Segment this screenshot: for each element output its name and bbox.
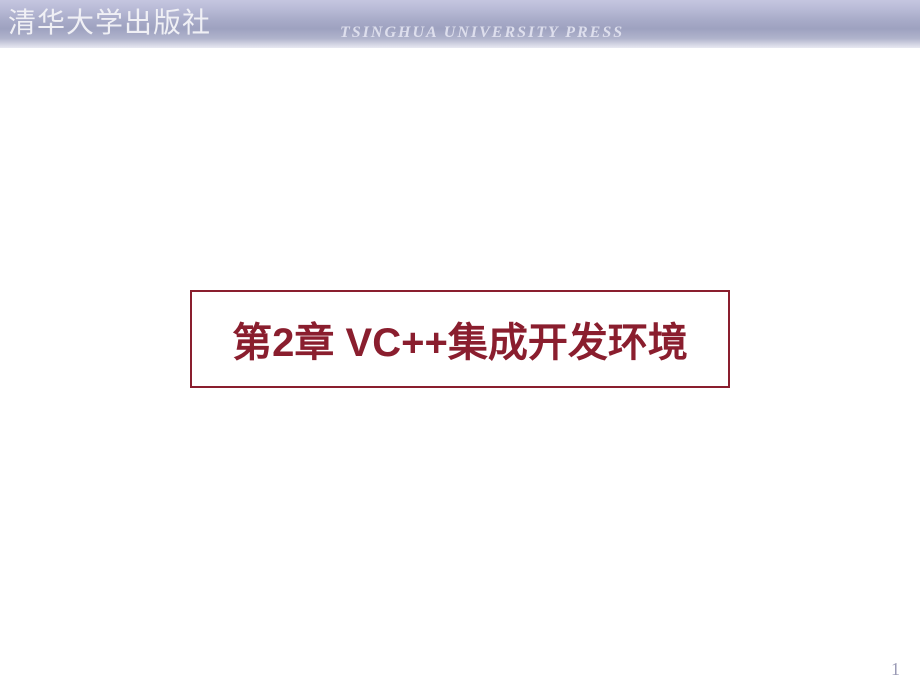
publisher-name-chinese: 清华大学出版社 — [8, 1, 211, 41]
page-number: 1 — [891, 659, 900, 680]
slide-body: 第2章 VC++集成开发环境 1 — [0, 48, 920, 690]
publisher-name-english: TSINGHUA UNIVERSITY PRESS — [340, 24, 624, 42]
title-box: 第2章 VC++集成开发环境 — [190, 290, 730, 388]
slide-header: 清华大学出版社 TSINGHUA UNIVERSITY PRESS — [0, 0, 920, 48]
chapter-title: 第2章 VC++集成开发环境 — [232, 310, 688, 368]
